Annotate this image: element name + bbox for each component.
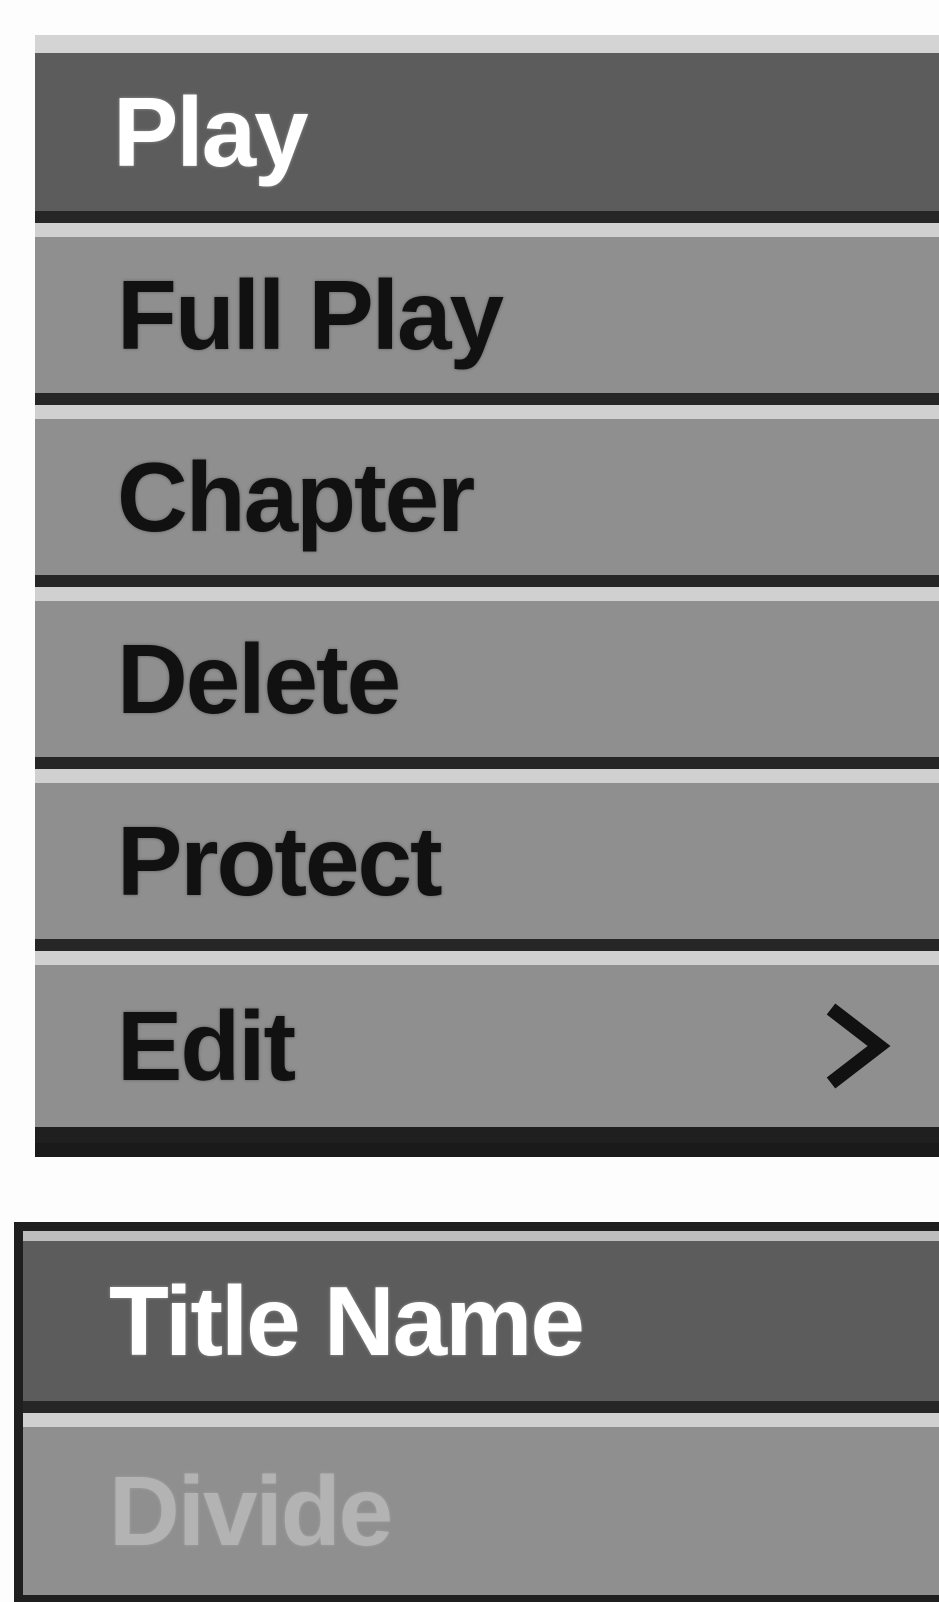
menu-item-protect[interactable]: Protect bbox=[35, 769, 939, 951]
chevron-right-icon bbox=[826, 1003, 891, 1089]
menu-item-label: Chapter bbox=[117, 441, 475, 552]
edit-submenu: Title Name Divide bbox=[14, 1222, 939, 1602]
menu-item-label: Delete bbox=[117, 623, 401, 734]
menu-item-delete[interactable]: Delete bbox=[35, 587, 939, 769]
menu-item-label: Edit bbox=[117, 990, 296, 1101]
menu-item-label: Divide bbox=[109, 1455, 393, 1566]
menu-item-divide[interactable]: Divide bbox=[23, 1413, 939, 1595]
menu-item-edit[interactable]: Edit bbox=[35, 951, 939, 1127]
menu-item-title-name[interactable]: Title Name bbox=[23, 1231, 939, 1413]
menu-item-full-play[interactable]: Full Play bbox=[35, 223, 939, 405]
menu-item-play[interactable]: Play bbox=[35, 53, 939, 223]
menu-item-label: Protect bbox=[117, 805, 443, 916]
menu-item-label: Play bbox=[113, 76, 309, 187]
menu-item-label: Full Play bbox=[117, 259, 504, 370]
main-menu: Play Full Play Chapter Delete Protect Ed… bbox=[35, 35, 939, 1157]
menu-item-label: Title Name bbox=[109, 1265, 585, 1376]
menu-item-chapter[interactable]: Chapter bbox=[35, 405, 939, 587]
